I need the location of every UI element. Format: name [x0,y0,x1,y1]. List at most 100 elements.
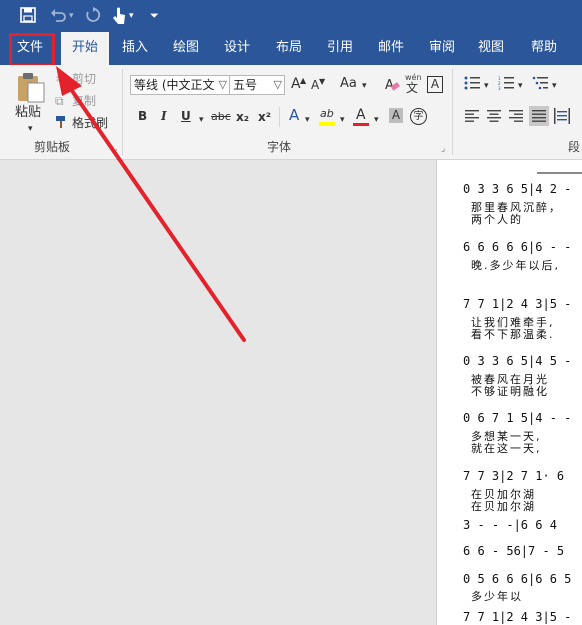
highlight-dropdown-icon[interactable]: ▾ [340,112,345,128]
tab-design[interactable]: 设计 [214,32,260,65]
quick-access-toolbar: ▾ ▾ ⏷ [0,0,582,32]
multilevel-dropdown-icon[interactable]: ▾ [552,78,557,94]
tab-view[interactable]: 视图 [468,32,514,65]
score-lyric-line: 晚.多少年以后, [471,259,560,272]
shrink-font-button[interactable]: A [311,77,319,93]
tab-layout[interactable]: 布局 [266,32,312,65]
font-size-combobox[interactable]: 五号 ▽ [229,75,285,95]
paragraph-group-label: 段 [568,140,581,154]
multilevel-list-icon[interactable] [532,76,548,94]
character-shading-button[interactable]: A [389,108,403,123]
font-name-dropdown-icon[interactable]: ▽ [219,76,227,94]
touch-mode-icon[interactable] [112,7,126,30]
score-lyric-line: 两个人的 [471,213,523,226]
paste-icon[interactable] [16,71,46,107]
grow-font-arrow-icon: ▲ [300,76,307,85]
group-separator-2 [452,69,453,155]
paste-button-label[interactable]: 粘贴 [15,105,41,121]
format-painter-icon[interactable] [55,115,69,133]
score-notes-line: 0 6 7 1 5|4 - - [463,411,572,425]
format-painter-label[interactable]: 格式刷 [72,115,108,131]
score-notes-line: 0 5 6 6 6|6 6 5 [463,572,572,586]
font-color-swatch [353,123,369,126]
align-left-icon[interactable] [465,110,479,126]
font-name-combobox[interactable]: 等线 (中文正文 ▽ [130,75,230,95]
paste-dropdown-icon[interactable]: ▾ [28,121,33,137]
bullets-dropdown-icon[interactable]: ▾ [484,78,489,94]
svg-text:3: 3 [498,86,501,90]
font-launcher-icon[interactable]: ⌟ [441,141,445,157]
cut-icon[interactable]: ✂ [56,71,66,87]
subscript-button[interactable]: x₂ [236,109,249,125]
change-case-button[interactable]: Aa [340,76,357,92]
copy-icon[interactable]: ⧉ [55,93,64,109]
cut-button-label[interactable]: 剪切 [72,71,96,87]
copy-button-label[interactable]: 复制 [72,93,96,109]
underline-dropdown-icon[interactable]: ▾ [199,112,204,128]
clipboard-launcher-icon[interactable]: ⌟ [113,141,117,157]
tab-home[interactable]: 开始 [61,32,109,65]
score-lyric-line: 就在这一天, [471,442,542,455]
align-center-icon[interactable] [487,110,501,126]
font-size-value: 五号 [233,78,258,92]
font-row-separator [279,107,280,127]
score-lyric-line: 在贝加尔湖 [471,500,536,513]
phonetic-guide-button[interactable]: 文 [406,80,418,96]
clear-formatting-icon[interactable]: A [384,76,400,96]
ribbon-home: 粘贴 ▾ ✂ 剪切 ⧉ 复制 格式刷 剪贴板 ⌟ 等线 (中文正文 ▽ 五号 ▽ A… [0,65,582,160]
document-page[interactable]: 0 3 3 6 5|4 2 - 那里春风沉醉， 两个人的 6 6 6 6 6|6… [436,160,582,625]
strikethrough-button[interactable]: abc [211,109,231,125]
file-tab-highlight-box [9,33,55,67]
score-notes-line: 6 6 6 6 6|6 - - [463,240,572,254]
score-notes-line: 0 3 3 6 5|4 2 - [463,182,572,196]
font-size-dropdown-icon[interactable]: ▽ [274,76,282,94]
bullets-icon[interactable] [464,76,480,94]
redo-icon[interactable] [85,7,101,28]
score-notes-line: 7 7 1|2 4 3|5 - [463,610,572,624]
score-notes-line: 3 - - -|6 6 4 [463,518,557,532]
score-notes-line: 7 7 1|2 4 3|5 - [463,297,572,311]
numbering-dropdown-icon[interactable]: ▾ [518,78,523,94]
undo-icon[interactable] [50,7,68,28]
shrink-font-arrow-icon: ▼ [319,77,326,86]
enclose-characters-button[interactable]: 字 [410,108,427,125]
tab-review[interactable]: 审阅 [419,32,465,65]
touch-mode-dropdown-icon[interactable]: ▾ [129,7,134,25]
tab-mailings[interactable]: 邮件 [368,32,414,65]
text-effects-dropdown-icon[interactable]: ▾ [305,112,310,128]
score-lyric-line: 不够证明融化 [471,385,549,398]
character-border-button[interactable]: A [427,76,443,93]
svg-text:A: A [385,78,394,92]
highlight-color-swatch [319,122,335,126]
italic-button[interactable]: I [161,109,167,123]
score-lyric-line: 看不下那温柔. [471,328,555,341]
text-effects-button[interactable]: A [289,107,299,123]
justify-icon[interactable] [529,106,549,126]
numbering-icon[interactable]: 123 [498,76,514,94]
bold-button[interactable]: B [138,109,147,123]
distributed-align-icon[interactable] [554,108,570,128]
font-color-button[interactable]: A [356,107,366,123]
tab-draw[interactable]: 绘图 [163,32,209,65]
tab-references[interactable]: 引用 [317,32,363,65]
slur-mark-icon [537,172,582,174]
font-group-label: 字体 [267,140,292,154]
tab-help[interactable]: 帮助 [521,32,567,65]
score-notes-line: 7 7 3|2 7 1· 6 [463,469,565,483]
score-notes-line: 6 6 - 56|7 - 5 [463,544,565,558]
undo-dropdown-icon[interactable]: ▾ [69,7,74,25]
superscript-button[interactable]: x² [258,109,271,125]
score-notes-line: 0 3 3 6 5|4 5 - [463,354,572,368]
save-icon[interactable] [20,7,36,28]
clipboard-group-label: 剪贴板 [34,140,71,154]
underline-button[interactable]: U [181,109,191,123]
group-separator [122,69,123,155]
font-name-value: 等线 (中文正文 [134,78,215,92]
score-lyric-line: 多少年以 [471,590,523,603]
highlight-button[interactable]: ab [320,106,334,122]
change-case-dropdown-icon[interactable]: ▾ [362,78,367,94]
font-color-dropdown-icon[interactable]: ▾ [374,112,379,128]
tab-insert[interactable]: 插入 [112,32,158,65]
customize-qat-icon[interactable]: ⏷ [150,7,159,25]
align-right-icon[interactable] [509,110,523,126]
